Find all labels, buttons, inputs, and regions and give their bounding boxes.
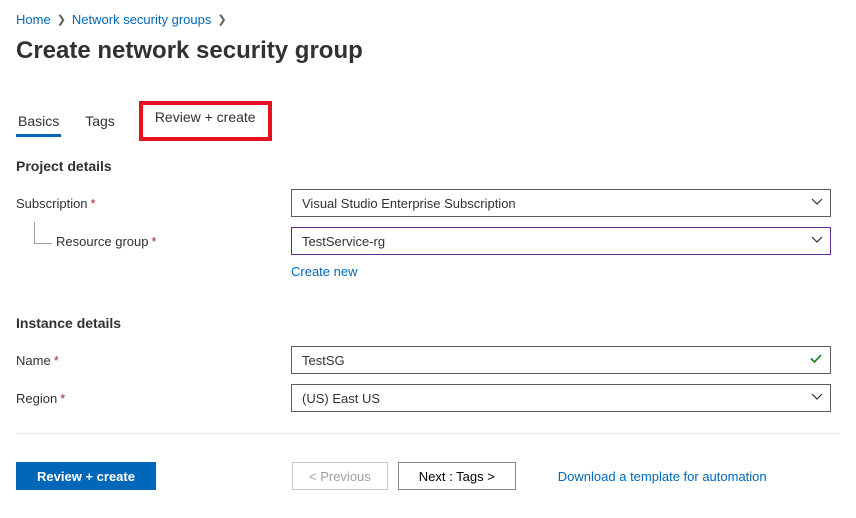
name-input-wrap <box>291 346 831 374</box>
chevron-right-icon: ❯ <box>57 13 66 26</box>
download-template-link[interactable]: Download a template for automation <box>558 469 767 484</box>
row-subscription: Subscription* Visual Studio Enterprise S… <box>16 188 840 218</box>
create-new-link-row: Create new <box>291 264 840 279</box>
row-region: Region* (US) East US <box>16 383 840 413</box>
check-icon <box>809 352 823 369</box>
breadcrumb: Home ❯ Network security groups ❯ <box>16 12 840 27</box>
breadcrumb-nsg[interactable]: Network security groups <box>72 12 211 27</box>
label-region: Region* <box>16 391 291 406</box>
name-field[interactable] <box>291 346 831 374</box>
tab-tags[interactable]: Tags <box>83 107 117 137</box>
tabs: Basics Tags Review + create <box>16 107 840 138</box>
nav-button-group: < Previous Next : Tags > <box>292 462 516 490</box>
section-instance-details: Instance details <box>16 315 840 331</box>
resource-group-select[interactable]: TestService-rg <box>291 227 831 255</box>
tab-review-create[interactable]: Review + create <box>139 101 272 141</box>
region-select[interactable]: (US) East US <box>291 384 831 412</box>
row-name: Name* <box>16 345 840 375</box>
review-create-button[interactable]: Review + create <box>16 462 156 490</box>
previous-button: < Previous <box>292 462 388 490</box>
label-resource-group: Resource group* <box>16 234 291 249</box>
next-button[interactable]: Next : Tags > <box>398 462 516 490</box>
required-indicator: * <box>91 196 96 211</box>
tree-connector-icon <box>34 222 52 244</box>
footer-bar: Review + create < Previous Next : Tags >… <box>16 433 840 490</box>
label-subscription: Subscription* <box>16 196 291 211</box>
chevron-right-icon: ❯ <box>217 13 226 26</box>
subscription-select[interactable]: Visual Studio Enterprise Subscription <box>291 189 831 217</box>
required-indicator: * <box>152 234 157 249</box>
page-title: Create network security group <box>16 37 840 65</box>
label-name: Name* <box>16 353 291 368</box>
tab-basics[interactable]: Basics <box>16 107 61 137</box>
section-project-details: Project details <box>16 158 840 174</box>
required-indicator: * <box>60 391 65 406</box>
required-indicator: * <box>54 353 59 368</box>
row-resource-group: Resource group* TestService-rg <box>16 226 840 256</box>
breadcrumb-home[interactable]: Home <box>16 12 51 27</box>
create-new-link[interactable]: Create new <box>291 264 357 279</box>
